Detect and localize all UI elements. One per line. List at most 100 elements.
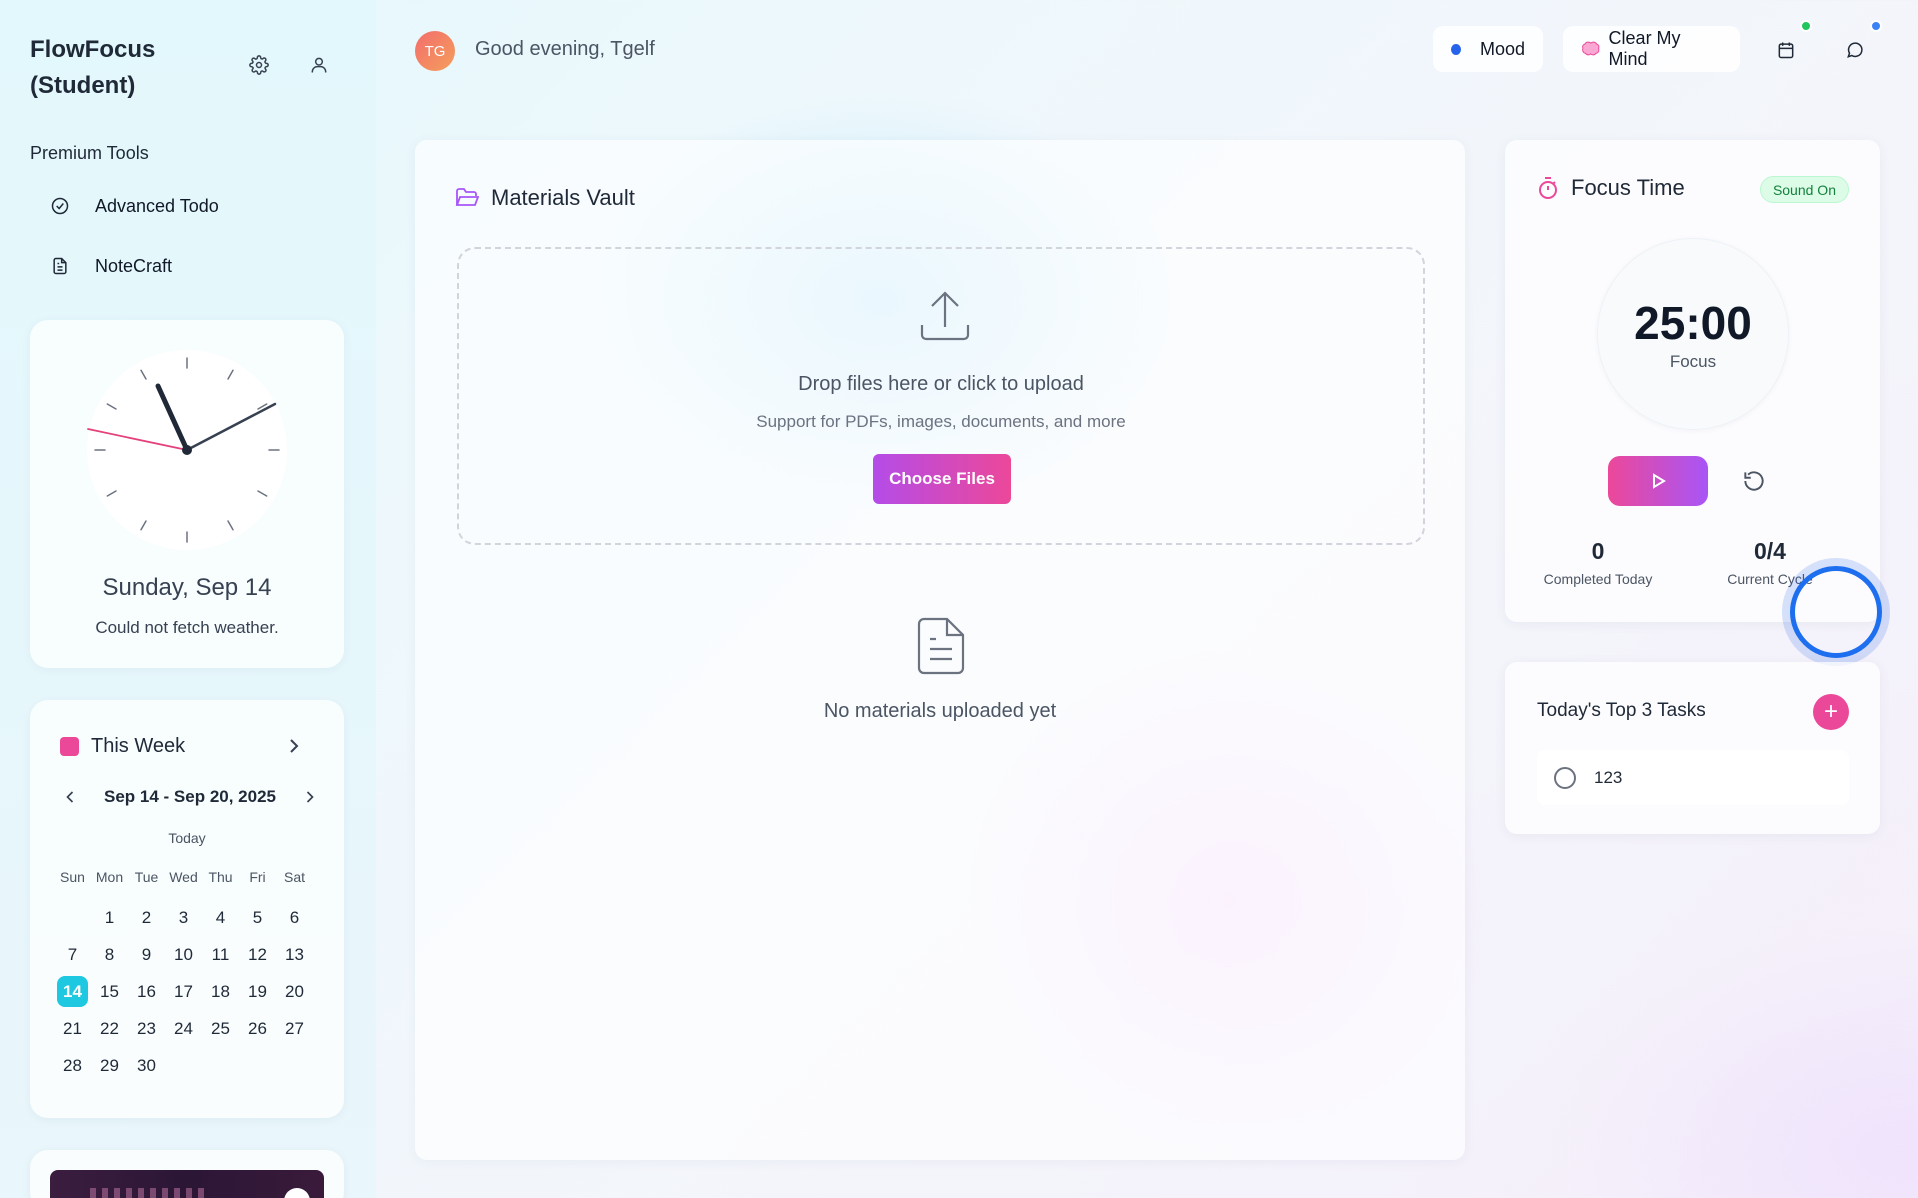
- week-title: This Week: [91, 735, 186, 757]
- calendar-day[interactable]: 4: [202, 899, 239, 936]
- calendar-day[interactable]: 10: [165, 936, 202, 973]
- calendar-day[interactable]: 8: [91, 936, 128, 973]
- focus-title: Focus Time: [1571, 175, 1685, 200]
- calendar-day[interactable]: 23: [128, 1010, 165, 1047]
- week-range: Sep 14 - Sep 20, 2025: [104, 787, 276, 806]
- tasks-title: Today's Top 3 Tasks: [1537, 700, 1706, 721]
- materials-vault-panel: Materials Vault Drop files here or click…: [415, 140, 1465, 1160]
- previous-week-button[interactable]: [60, 787, 80, 807]
- user-icon: [311, 57, 327, 73]
- completed-today-value: 0: [1591, 538, 1605, 564]
- calendar-day[interactable]: 2: [128, 899, 165, 936]
- calendar-day[interactable]: 28: [54, 1047, 91, 1084]
- calendar-day[interactable]: 9: [128, 936, 165, 973]
- task-item[interactable]: 123: [1537, 750, 1849, 805]
- calendar-day[interactable]: 17: [165, 973, 202, 1010]
- calendar-day[interactable]: 21: [54, 1010, 91, 1047]
- weekday-header: Sat: [283, 869, 305, 885]
- focus-header: Focus Time: [1537, 175, 1685, 201]
- media-thumbnail[interactable]: [50, 1170, 324, 1198]
- file-dropzone[interactable]: Drop files here or click to upload Suppo…: [457, 247, 1425, 545]
- calendar-day[interactable]: 26: [239, 1010, 276, 1047]
- weekday-header: Thu: [208, 869, 233, 885]
- calendar-day[interactable]: 6: [276, 899, 313, 936]
- sidebar-item-notecraft[interactable]: NoteCraft: [30, 243, 330, 289]
- calendar-day[interactable]: 20: [276, 973, 313, 1010]
- greeting-text: Good evening, Tgelf: [475, 38, 655, 60]
- current-cycle-value: 0/4: [1754, 538, 1786, 564]
- vault-header: Materials Vault: [455, 185, 635, 211]
- sidebar-item-advanced-todo[interactable]: Advanced Todo: [30, 183, 330, 229]
- calendar-day[interactable]: 7: [54, 936, 91, 973]
- reset-icon: [1744, 471, 1764, 491]
- document-icon: [30, 256, 90, 276]
- mood-dot-icon: [1451, 43, 1461, 55]
- timer-mode: Focus: [1669, 352, 1717, 371]
- calendar-day[interactable]: 29: [91, 1047, 128, 1084]
- stopwatch-icon: [1539, 177, 1557, 199]
- sound-toggle-badge[interactable]: Sound On: [1759, 176, 1849, 203]
- week-range-nav: Sep 14 - Sep 20, 2025: [60, 784, 320, 810]
- clear-my-mind-label: Clear My Mind: [1608, 28, 1681, 69]
- calendar-button[interactable]: [1770, 34, 1802, 66]
- task-text: 123: [1594, 767, 1623, 787]
- calendar-day[interactable]: 27: [276, 1010, 313, 1047]
- calendar-day[interactable]: 12: [239, 936, 276, 973]
- next-week-button[interactable]: [300, 787, 320, 807]
- empty-document-icon: [915, 616, 967, 676]
- calendar-day[interactable]: 3: [165, 899, 202, 936]
- mood-button[interactable]: Mood: [1433, 26, 1543, 72]
- chat-bubble-icon: [1847, 42, 1863, 58]
- calendar-blank: [54, 899, 91, 936]
- folder-open-icon: [455, 188, 479, 206]
- settings-button[interactable]: [245, 51, 273, 79]
- calendar-day-today[interactable]: 14: [57, 976, 88, 1007]
- calendar-day[interactable]: 1: [91, 899, 128, 936]
- calendar-grid: Sun Mon Tue Wed Thu Fri Sat 1 2 3 4 5 6 7 8 9 10 11 12 13 14…: [54, 862, 314, 1084]
- chat-notification-dot: [1870, 20, 1882, 32]
- weekday-header: Wed: [169, 869, 198, 885]
- clock-widget: Sunday, Sep 14 Could not fetch weather.: [30, 320, 344, 668]
- expand-calendar-button[interactable]: [282, 734, 306, 758]
- timer-display: 25:00 Focus: [1597, 238, 1789, 430]
- calendar-day[interactable]: 11: [202, 936, 239, 973]
- chevron-right-icon: [290, 739, 299, 753]
- weekday-header: Fri: [249, 869, 266, 885]
- calendar-day[interactable]: 24: [165, 1010, 202, 1047]
- profile-button[interactable]: [305, 51, 333, 79]
- clock-date: Sunday, Sep 14: [102, 574, 272, 601]
- task-checkbox[interactable]: [1554, 766, 1576, 789]
- mood-label: Mood: [1479, 38, 1525, 59]
- play-icon: [1653, 473, 1666, 489]
- add-task-button[interactable]: +: [1813, 694, 1849, 730]
- clear-my-mind-button[interactable]: Clear My Mind: [1563, 26, 1740, 72]
- calendar-day[interactable]: 18: [202, 973, 239, 1010]
- calendar-day[interactable]: 19: [239, 973, 276, 1010]
- start-timer-button[interactable]: [1608, 456, 1708, 506]
- avatar[interactable]: TG: [415, 31, 455, 71]
- today-button[interactable]: Today: [30, 830, 344, 846]
- reset-timer-button[interactable]: [1741, 468, 1767, 494]
- upload-icon: [918, 289, 972, 343]
- plus-icon: +: [1823, 698, 1838, 725]
- check-circle-icon: [30, 196, 90, 216]
- chevron-right-icon: [306, 791, 314, 803]
- calendar-day[interactable]: 15: [91, 973, 128, 1010]
- app-brand: FlowFocus (Student): [30, 36, 156, 99]
- calendar-notification-dot: [1800, 20, 1812, 32]
- calendar-day[interactable]: 5: [239, 899, 276, 936]
- calendar-day[interactable]: 13: [276, 936, 313, 973]
- weekday-header: Tue: [134, 869, 159, 885]
- analog-clock: [87, 350, 287, 550]
- media-control-button[interactable]: [284, 1188, 310, 1198]
- calendar-day[interactable]: 25: [202, 1010, 239, 1047]
- calendar-day[interactable]: 22: [91, 1010, 128, 1047]
- chat-button[interactable]: [1839, 34, 1871, 66]
- choose-files-button[interactable]: Choose Files: [873, 454, 1011, 504]
- vault-title: Materials Vault: [491, 185, 635, 210]
- click-indicator: [1790, 566, 1882, 658]
- media-widget: [30, 1150, 344, 1198]
- calendar-day[interactable]: 16: [128, 973, 165, 1010]
- calendar-day[interactable]: 30: [128, 1047, 165, 1084]
- completed-today-label: Completed Today: [1543, 571, 1653, 587]
